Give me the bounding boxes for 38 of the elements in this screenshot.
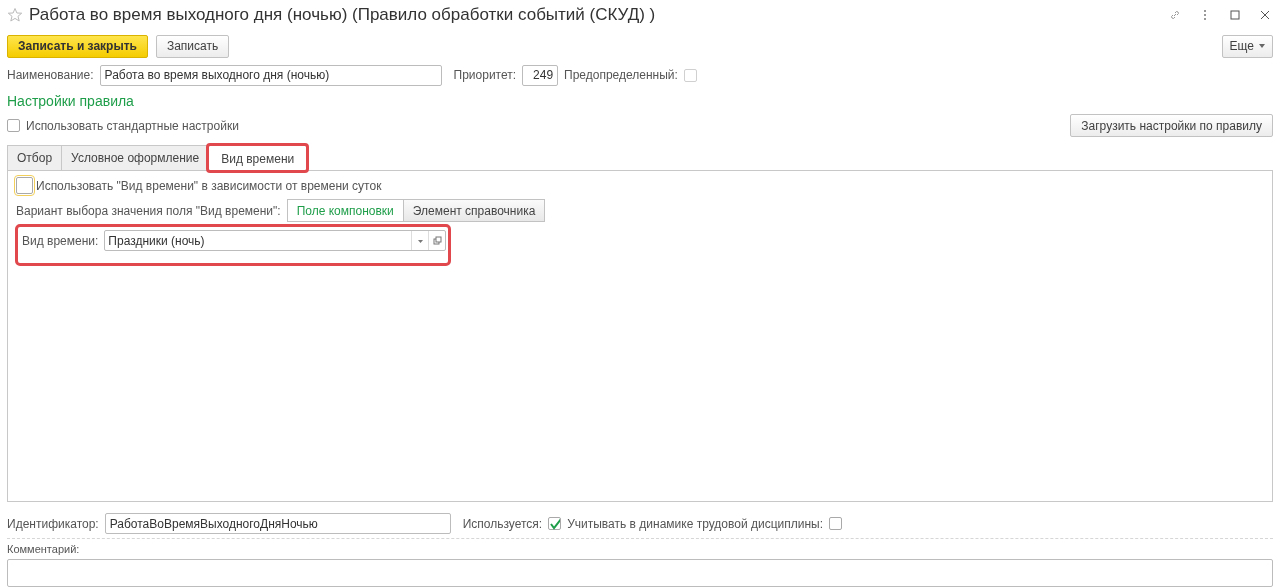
- option-button[interactable]: Элемент справочника: [402, 199, 546, 223]
- link-icon[interactable]: [1169, 8, 1181, 21]
- tab[interactable]: Вид времени: [208, 145, 308, 172]
- window-title: Работа во время выходного дня (ночью) (Правило обработки событий (СКУД) ): [29, 4, 656, 25]
- field-label: Используется:: [462, 516, 543, 531]
- maximize-icon[interactable]: [1229, 8, 1241, 21]
- checkbox[interactable]: [548, 517, 562, 531]
- checkbox[interactable]: [7, 119, 20, 133]
- checkbox[interactable]: [829, 517, 842, 531]
- caret-icon: [1259, 44, 1265, 49]
- checkbox-label: Использовать стандартные настройки: [26, 118, 239, 133]
- time-kind-field[interactable]: Праздники (ночь): [104, 230, 447, 252]
- field-label: Комментарий:: [7, 543, 81, 556]
- tab[interactable]: Отбор: [7, 145, 63, 171]
- save-close-button[interactable]: Записать и закрыть: [7, 34, 148, 58]
- open-icon[interactable]: [432, 236, 442, 246]
- field-label: Учитывать в динамике трудовой дисциплины:: [567, 516, 823, 531]
- load-settings-button[interactable]: Загрузить настройки по правилу: [1070, 114, 1273, 138]
- comment-field[interactable]: [7, 559, 1273, 587]
- check-icon: [549, 517, 561, 530]
- field-label: Предопределенный:: [564, 68, 678, 83]
- section-heading: Настройки правила: [7, 92, 135, 109]
- checkbox-label: Использовать "Вид времени" в зависимости от времени суток: [36, 178, 382, 193]
- star-icon[interactable]: [7, 6, 23, 23]
- field-label: Приоритет:: [453, 68, 517, 83]
- more-button[interactable]: Еще: [1221, 34, 1273, 58]
- option-button[interactable]: Поле компоновки: [286, 199, 404, 223]
- field-label: Наименование:: [7, 68, 94, 83]
- field-label: Вид времени:: [22, 233, 99, 248]
- close-icon[interactable]: [1259, 8, 1271, 21]
- field-label: Вариант выбора значения поля "Вид времени":: [16, 203, 281, 218]
- save-button[interactable]: Записать: [155, 34, 230, 58]
- name-field[interactable]: Работа во время выходного дня (ночью): [99, 64, 442, 86]
- checkbox[interactable]: [16, 177, 33, 195]
- identifier-field[interactable]: РаботаВоВремяВыходногоДняНочью: [104, 513, 451, 535]
- checkbox[interactable]: [683, 68, 697, 82]
- priority-field[interactable]: 249: [522, 64, 559, 86]
- field-label: Идентификатор:: [7, 516, 99, 531]
